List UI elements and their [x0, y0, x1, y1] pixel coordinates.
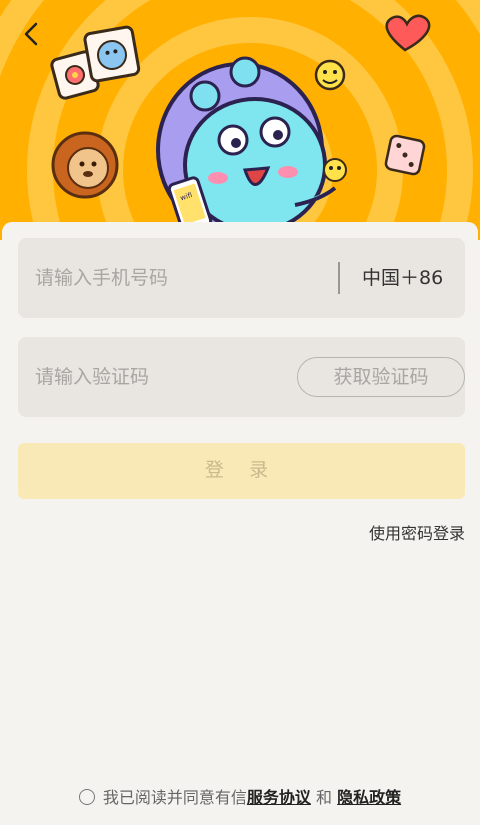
country-code-selector[interactable]: 中国＋86	[362, 238, 443, 318]
phone-field: 中国＋86	[18, 238, 465, 318]
verification-code-input[interactable]	[35, 337, 335, 417]
character-card-icon	[83, 25, 141, 83]
smiley-icon	[314, 59, 346, 91]
verification-code-field: 获取验证码	[18, 337, 465, 417]
login-button[interactable]: 登 录	[18, 443, 465, 499]
dice-icon	[384, 134, 426, 176]
agree-radio[interactable]	[78, 789, 95, 805]
service-agreement-link[interactable]: 服务协议	[247, 788, 311, 807]
back-button[interactable]	[16, 18, 48, 50]
lion-icon	[51, 131, 119, 199]
agreement-row: 我已阅读并同意有信服务协议 和 隐私政策	[0, 784, 480, 808]
field-divider	[338, 262, 340, 294]
small-face-icon	[323, 158, 347, 182]
get-code-button[interactable]: 获取验证码	[297, 357, 465, 397]
agreement-and: 和	[316, 788, 333, 807]
hero-art: wifi	[0, 0, 480, 240]
privacy-policy-link[interactable]: 隐私政策	[337, 788, 401, 807]
chevron-left-icon	[24, 22, 38, 46]
agreement-prefix: 我已阅读并同意有信	[102, 788, 247, 807]
phone-input[interactable]	[35, 238, 335, 318]
password-login-link[interactable]: 使用密码登录	[369, 520, 465, 544]
hero-illustration: wifi	[0, 0, 480, 240]
